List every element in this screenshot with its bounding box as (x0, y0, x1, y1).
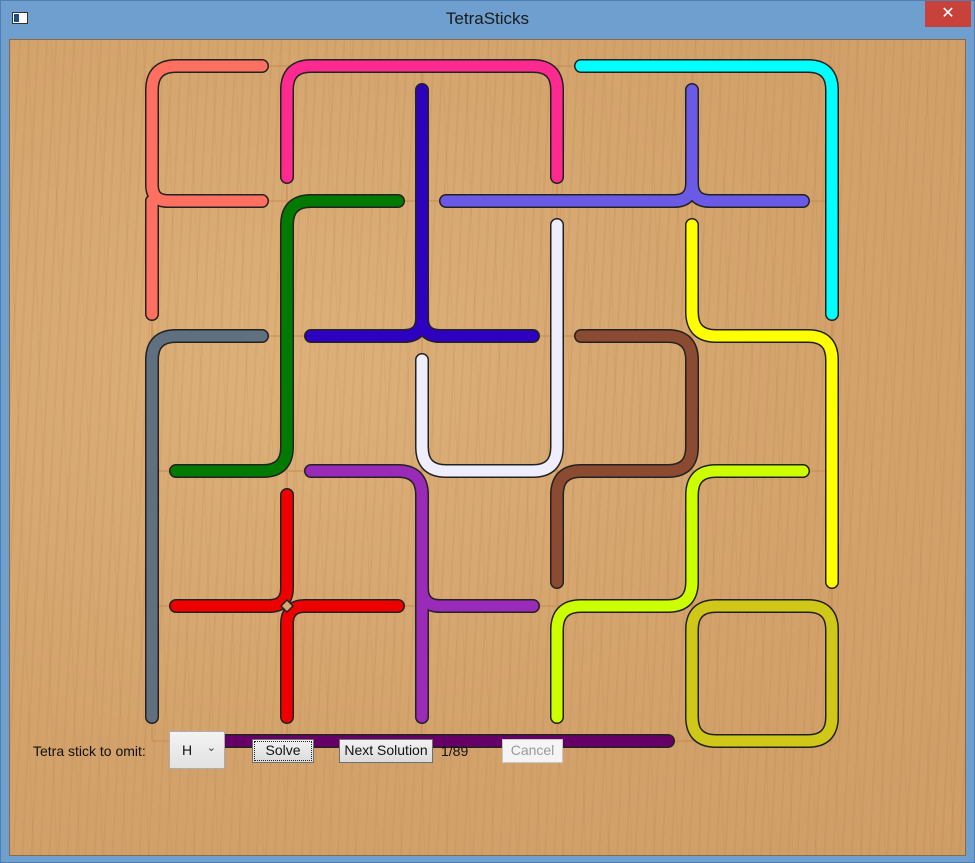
piece-chartreuse (550, 464, 810, 724)
puzzle-board (145, 59, 839, 748)
piece-salmon (145, 59, 269, 321)
solve-button[interactable]: Solve (252, 739, 314, 763)
piece-lavender (415, 218, 564, 478)
board-grid (151, 65, 833, 742)
piece-slate-blue (439, 83, 810, 208)
window-title: TetraSticks (445, 9, 530, 28)
piece-purple (304, 464, 540, 724)
client-area (9, 39, 966, 856)
solution-counter: 1/89 (441, 743, 469, 759)
next-solution-button[interactable]: Next Solution (339, 739, 433, 763)
piece-yellow (685, 218, 839, 589)
piece-red (169, 488, 405, 724)
cancel-button[interactable]: Cancel (502, 739, 563, 763)
close-button[interactable]: ✕ (925, 1, 971, 27)
piece-olive (685, 599, 839, 748)
piece-cyan (574, 59, 839, 321)
omit-label: Tetra stick to omit: (33, 743, 146, 759)
chevron-down-icon: ⌄ (206, 742, 216, 754)
title-bar[interactable]: TetraSticks ✕ (1, 1, 974, 39)
piece-gray (145, 329, 269, 724)
piece-brown (550, 329, 699, 589)
omit-dropdown[interactable]: H ⌄ (169, 731, 225, 769)
omit-dropdown-value: H (182, 742, 193, 758)
app-window: TetraSticks ✕ Tetra stick to omit: H ⌄ S… (0, 0, 975, 863)
piece-indigo (304, 83, 540, 343)
